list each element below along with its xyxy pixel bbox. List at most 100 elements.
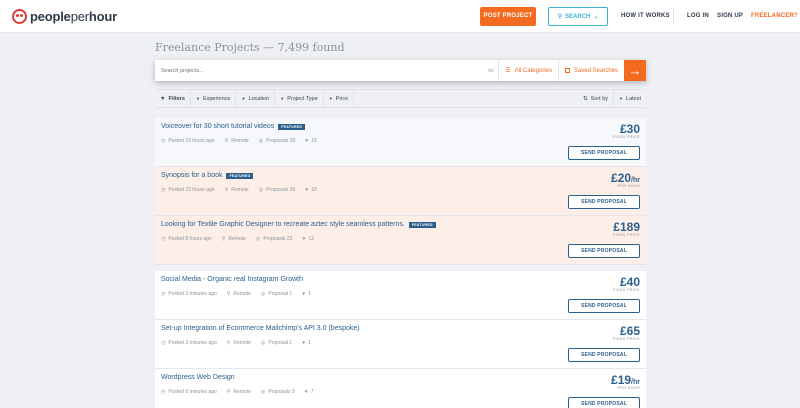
top-nav: peopleperhour POST PROJECT ⚲ SEARCH ⌄ HO… xyxy=(0,0,800,33)
location: Remote xyxy=(231,138,249,144)
chevron-down-icon: ⌄ xyxy=(593,14,599,20)
search-bar: in: ☰ All Categories Saved Searches → xyxy=(155,60,646,81)
project-card[interactable]: Synopsis for a book FEATURED ◷ Posted 23… xyxy=(155,167,646,216)
log-in-link[interactable]: LOG IN xyxy=(687,13,709,19)
location-pin-icon: ⚲ xyxy=(226,340,231,346)
proposals-icon: ◎ xyxy=(260,389,266,395)
likes-count: 1 xyxy=(308,291,311,297)
heart-icon: ♥ xyxy=(304,389,308,395)
proposals-count: Proposals 30 xyxy=(266,138,296,144)
send-proposal-button[interactable]: SEND PROPOSAL xyxy=(568,195,640,209)
price: £19/hr xyxy=(611,373,640,387)
search-input[interactable] xyxy=(155,60,489,81)
filters-label: Filters xyxy=(168,95,185,102)
category-label: All Categories xyxy=(514,67,552,74)
send-proposal-button[interactable]: SEND PROPOSAL xyxy=(568,146,640,160)
logo[interactable]: peopleperhour xyxy=(12,9,117,24)
sort-latest-label: Latest xyxy=(626,95,641,102)
price-type: FIXED PRICE xyxy=(612,233,640,237)
filter-project-type[interactable]: ▼ Project Type xyxy=(275,90,324,107)
caret-down-icon: ▼ xyxy=(328,96,333,101)
location-pin-icon: ⚲ xyxy=(224,138,229,144)
project-meta: ◷ Posted 6 minutes ago ⚲ Remote ◎ Propos… xyxy=(161,389,313,395)
project-title-row: Voiceover for 30 short tutorial videos F… xyxy=(161,123,306,130)
proposals-icon: ◎ xyxy=(260,291,266,297)
price-type: FIXED PRICE xyxy=(612,337,640,341)
send-proposal-button[interactable]: SEND PROPOSAL xyxy=(568,299,640,313)
project-title[interactable]: Set-up Integration of Ecommerce Mailchim… xyxy=(161,325,360,332)
location: Remote xyxy=(233,340,251,346)
sort-controls: ⇅ Sort by ▼ Latest xyxy=(578,90,646,107)
project-meta: ◷ Posted 23 hours ago ⚲ Remote ◎ Proposa… xyxy=(161,187,317,193)
likes-count: 12 xyxy=(308,236,315,242)
saved-searches-dropdown[interactable]: Saved Searches xyxy=(557,60,624,81)
freelancer-link[interactable]: FREELANCER? xyxy=(751,13,798,19)
search-submit-button[interactable]: → xyxy=(624,60,646,81)
price-suffix: /hr xyxy=(631,177,640,184)
search-button-label: SEARCH xyxy=(565,13,591,20)
heart-icon: ♥ xyxy=(302,236,306,242)
project-title[interactable]: Synopsis for a book xyxy=(161,172,222,179)
heart-icon: ♥ xyxy=(302,340,306,346)
likes-count: 7 xyxy=(310,389,314,395)
project-card[interactable]: Looking for Textile Graphic Designer to … xyxy=(155,216,646,265)
featured-badge: FEATURED xyxy=(278,123,306,130)
posted-time: Posted 23 hours ago xyxy=(168,138,215,144)
price-amount: £65 xyxy=(619,324,640,338)
price-amount: £20 xyxy=(611,171,632,185)
price-amount: £30 xyxy=(619,122,640,136)
project-card[interactable]: Social Media - Organic real Instagram Gr… xyxy=(155,271,646,320)
proposals-count: Proposals 26 xyxy=(266,187,296,193)
featured-badge: FEATURED xyxy=(408,221,436,228)
nav-divider xyxy=(673,9,674,23)
how-it-works-link[interactable]: HOW IT WORKS xyxy=(621,13,670,19)
filter-bar: ▼ Filters ▼ Experience ▼ Location ▼ Proj… xyxy=(155,89,646,108)
clock-icon: ◷ xyxy=(161,291,166,297)
project-title-row: Social Media - Organic real Instagram Gr… xyxy=(161,276,303,283)
sort-icon: ⇅ xyxy=(583,95,588,102)
in-label: in: xyxy=(488,67,495,74)
search-icon: ⚲ xyxy=(557,14,563,20)
project-title-row: Wordpress Web Design xyxy=(161,374,235,381)
filter-experience[interactable]: ▼ Experience xyxy=(191,90,237,107)
send-proposal-button[interactable]: SEND PROPOSAL xyxy=(568,348,640,362)
filter-label: Experience xyxy=(202,95,231,102)
project-meta: ◷ Posted 3 minutes ago ⚲ Remote ◎ Propos… xyxy=(161,291,311,297)
category-dropdown[interactable]: ☰ All Categories xyxy=(498,60,558,81)
likes-count: 16 xyxy=(311,138,317,144)
filter-location[interactable]: ▼ Location xyxy=(236,90,276,107)
search-button[interactable]: ⚲ SEARCH ⌄ xyxy=(548,7,608,26)
heart-icon: ♥ xyxy=(302,291,306,297)
project-meta: ◷ Posted 8 hours ago ⚲ Remote ◎ Proposal… xyxy=(161,236,314,242)
project-title-row: Set-up Integration of Ecommerce Mailchim… xyxy=(161,325,360,332)
filters-button[interactable]: ▼ Filters xyxy=(155,90,191,107)
send-proposal-button[interactable]: SEND PROPOSAL xyxy=(568,244,640,258)
sort-latest-dropdown[interactable]: ▼ Latest xyxy=(613,90,646,107)
sort-by-label: Sort by xyxy=(590,95,609,102)
sign-up-link[interactable]: SIGN UP xyxy=(717,13,743,19)
sort-by-button[interactable]: ⇅ Sort by xyxy=(578,90,613,107)
price: £65 xyxy=(620,324,640,338)
location-pin-icon: ⚲ xyxy=(226,389,231,395)
project-card[interactable]: Voiceover for 30 short tutorial videos F… xyxy=(155,118,646,167)
featured-badge: FEATURED xyxy=(226,172,254,179)
project-card[interactable]: Set-up Integration of Ecommerce Mailchim… xyxy=(155,320,646,369)
project-title[interactable]: Looking for Textile Graphic Designer to … xyxy=(161,221,405,228)
caret-down-icon: ▼ xyxy=(619,96,624,101)
post-project-button[interactable]: POST PROJECT xyxy=(480,7,536,26)
clock-icon: ◷ xyxy=(161,236,166,242)
project-title-row: Synopsis for a book FEATURED xyxy=(161,172,254,179)
project-title[interactable]: Voiceover for 30 short tutorial videos xyxy=(161,123,274,130)
location-pin-icon: ⚲ xyxy=(226,291,231,297)
filter-label: Price xyxy=(335,95,349,102)
proposals-count: Proposal 1 xyxy=(268,291,293,297)
send-proposal-button[interactable]: SEND PROPOSAL xyxy=(568,397,640,408)
price: £40 xyxy=(620,275,640,289)
project-title[interactable]: Wordpress Web Design xyxy=(161,374,235,381)
logo-text: peopleperhour xyxy=(30,9,117,24)
filter-price[interactable]: ▼ Price xyxy=(324,90,355,107)
heart-icon: ♥ xyxy=(305,138,309,144)
saved-searches-icon xyxy=(564,68,570,73)
project-title[interactable]: Social Media - Organic real Instagram Gr… xyxy=(161,276,303,283)
project-card[interactable]: Wordpress Web Design ◷ Posted 6 minutes … xyxy=(155,369,646,408)
